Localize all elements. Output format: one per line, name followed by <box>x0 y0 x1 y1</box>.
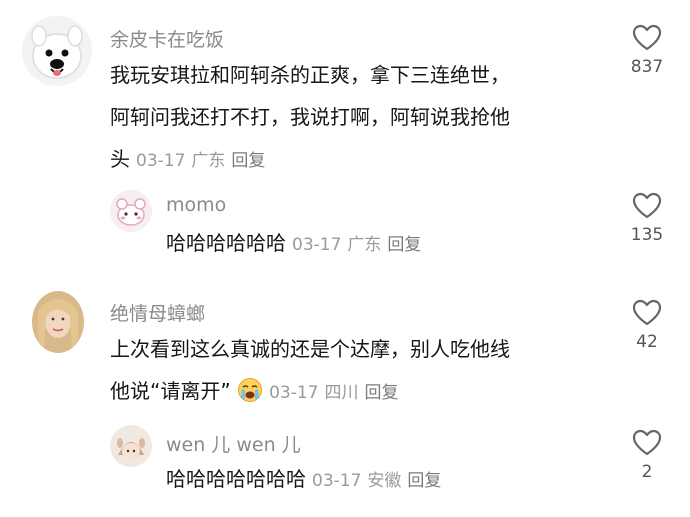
comment-text: 我玩安琪拉和阿轲杀的正爽，拿下三连绝世， 阿轲问我还打不打，我说打啊，阿轲说我抢… <box>110 54 610 182</box>
avatar[interactable] <box>32 291 84 353</box>
comment-date: 03-17 <box>136 151 186 171</box>
like-button[interactable]: 2 <box>617 429 677 482</box>
comment-location: 安徽 <box>367 471 402 491</box>
like-button[interactable]: 42 <box>617 299 677 352</box>
blonde-woman-avatar-icon <box>32 291 84 353</box>
reply-button[interactable]: 回复 <box>365 383 399 403</box>
like-count: 837 <box>630 57 664 77</box>
like-count: 135 <box>630 225 664 245</box>
heart-icon[interactable] <box>632 24 662 51</box>
comment-text-line: 上次看到这么真诚的还是个达摩，别人吃他线 <box>110 337 510 361</box>
comment-item: 余皮卡在吃饭 我玩安琪拉和阿轲杀的正爽，拿下三连绝世， 阿轲问我还打不打，我说打… <box>0 0 690 180</box>
avatar[interactable] <box>110 190 152 232</box>
comment-item: 绝情母蟑螂 上次看到这么真诚的还是个达摩，别人吃他线 他说“请离开” 03-17… <box>0 285 690 415</box>
cartoon-avatar-icon <box>110 425 152 467</box>
comment-username[interactable]: wen 儿 wen 儿 <box>166 430 301 457</box>
comment-username[interactable]: 绝情母蟑螂 <box>110 299 205 326</box>
comment-text-line: 他说“请离开” <box>110 379 231 403</box>
comment-text-line: 哈哈哈哈哈哈 <box>166 231 286 255</box>
comment-username[interactable]: momo <box>166 194 226 216</box>
comment-text: 哈哈哈哈哈哈 03-17 广东 回复 <box>166 222 586 266</box>
comment-date: 03-17 <box>269 383 319 403</box>
heart-icon[interactable] <box>632 429 662 456</box>
avatar[interactable] <box>110 425 152 467</box>
comment-text: 上次看到这么真诚的还是个达摩，别人吃他线 他说“请离开” 03-17 四川 回复 <box>110 328 610 414</box>
comment-location: 广东 <box>347 235 382 255</box>
reply-item: momo 哈哈哈哈哈哈 03-17 广东 回复 135 <box>0 180 690 285</box>
comment-meta: 03-17 广东 回复 <box>136 151 271 171</box>
comment-date: 03-17 <box>292 235 342 255</box>
comment-username[interactable]: 余皮卡在吃饭 <box>110 25 224 52</box>
comment-meta: 03-17 广东 回复 <box>292 235 427 255</box>
comment-location: 广东 <box>191 151 226 171</box>
like-button[interactable]: 135 <box>617 192 677 245</box>
reply-button[interactable]: 回复 <box>387 235 421 255</box>
heart-icon[interactable] <box>632 299 662 326</box>
comment-text: 哈哈哈哈哈哈哈 03-17 安徽 回复 <box>166 458 606 502</box>
comment-meta: 03-17 四川 回复 <box>269 383 404 403</box>
comment-text-line: 我玩安琪拉和阿轲杀的正爽，拿下三连绝世， <box>110 63 510 87</box>
comment-date: 03-17 <box>312 471 362 491</box>
reply-button[interactable]: 回复 <box>407 471 441 491</box>
comment-text-line: 头 <box>110 147 130 171</box>
reply-button[interactable]: 回复 <box>231 151 265 171</box>
avatar[interactable] <box>22 16 92 86</box>
pink-cartoon-avatar-icon <box>110 190 152 232</box>
like-count: 42 <box>636 332 658 352</box>
comment-text-line: 哈哈哈哈哈哈哈 <box>166 467 306 491</box>
samoyed-dog-avatar-icon <box>22 16 92 86</box>
reply-item: wen 儿 wen 儿 哈哈哈哈哈哈哈 03-17 安徽 回复 2 <box>0 415 690 517</box>
comment-text-line: 阿轲问我还打不打，我说打啊，阿轲说我抢他 <box>110 105 510 129</box>
like-count: 2 <box>641 462 653 482</box>
crying-face-emoji-icon <box>238 378 263 402</box>
comment-location: 四川 <box>324 383 359 403</box>
like-button[interactable]: 837 <box>617 24 677 77</box>
comment-meta: 03-17 安徽 回复 <box>312 471 447 491</box>
heart-icon[interactable] <box>632 192 662 219</box>
